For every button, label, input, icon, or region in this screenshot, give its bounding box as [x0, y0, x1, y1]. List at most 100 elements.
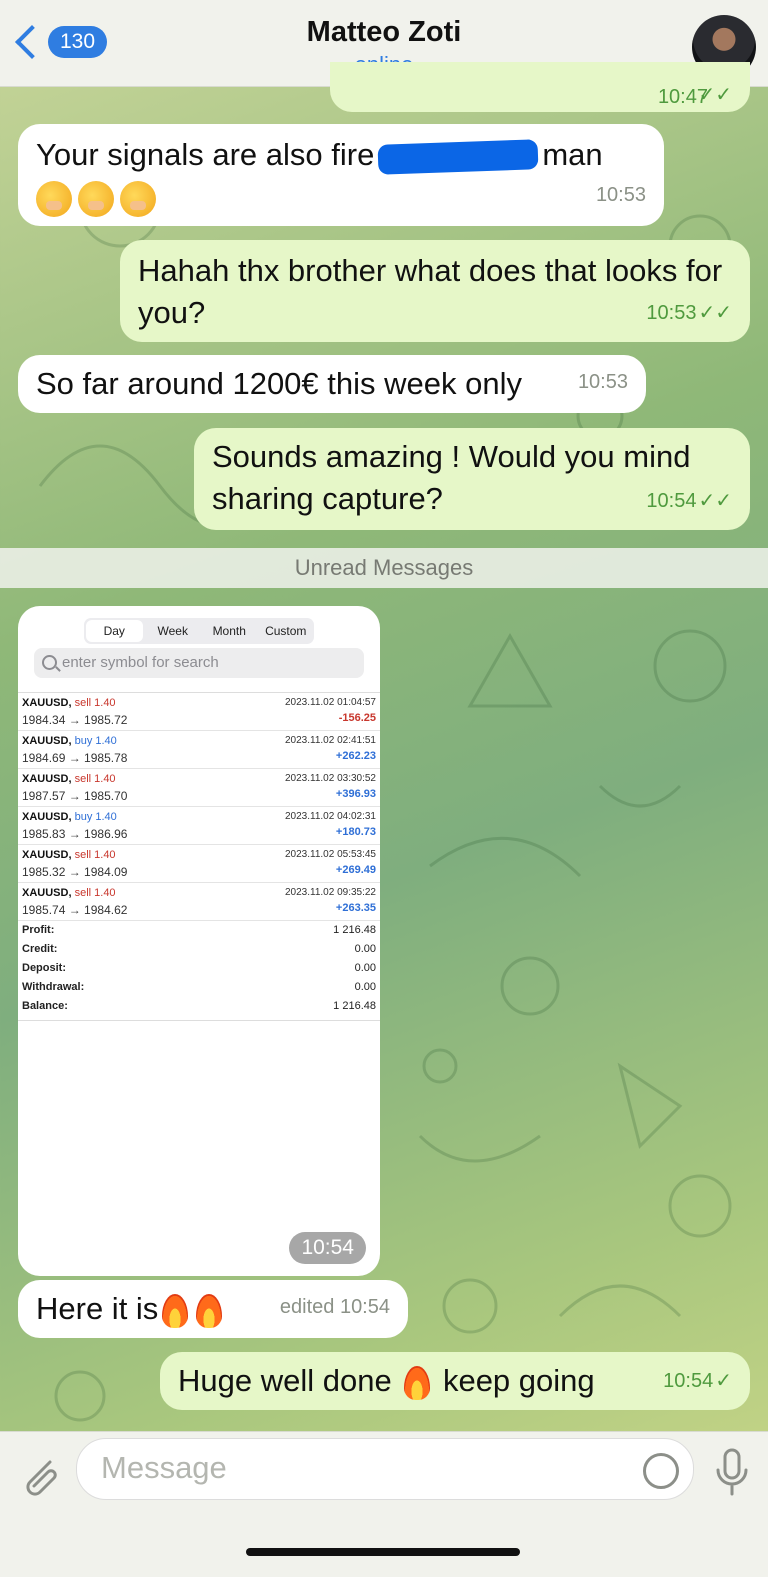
trade-side: sell 1.40: [74, 849, 116, 861]
redaction-mark: [377, 139, 539, 175]
summary-row-deposit: Deposit: 0.00: [18, 962, 380, 981]
read-check-icon: ✓✓: [698, 302, 732, 324]
summary-row-profit: Profit: 1 216.48: [18, 924, 380, 943]
message-text: Huge well done: [178, 1363, 392, 1398]
trade-symbol-name: XAUUSD,: [22, 697, 72, 709]
trade-row: XAUUSD, sell 1.40 1984.34 → 1985.72 2023…: [18, 693, 380, 731]
summary-label: Withdrawal:: [22, 981, 85, 993]
message-time-value: 10:53: [646, 302, 697, 324]
trade-side: sell 1.40: [74, 773, 116, 785]
fire-emoji: [162, 1293, 189, 1328]
trade-prices: 1984.34 → 1985.72: [22, 713, 128, 727]
trade-symbol-name: XAUUSD,: [22, 811, 72, 823]
summary-row-withdrawal: Withdrawal: 0.00: [18, 981, 380, 1000]
sent-check-icon: ✓: [715, 1370, 732, 1392]
trade-prices: 1985.32 → 1984.09: [22, 865, 128, 879]
search-placeholder: enter symbol for search: [62, 654, 219, 671]
tab-custom: Custom: [265, 624, 307, 638]
trade-side: buy 1.40: [74, 735, 117, 747]
summary-label: Profit:: [22, 924, 55, 936]
period-segmented-control: Day Week Month Custom: [84, 618, 314, 644]
incoming-message[interactable]: So far around 1200€ this week only 10:53: [18, 355, 646, 413]
message-time: edited 10:54: [279, 1296, 390, 1318]
trade-symbol-name: XAUUSD,: [22, 773, 72, 785]
message-text: Your signals are also fire: [36, 137, 375, 172]
home-indicator: [246, 1548, 520, 1556]
face-with-hand-over-mouth-emoji: [36, 180, 72, 217]
message-time: 10:54 ✓: [663, 1360, 732, 1402]
paperclip-icon[interactable]: [20, 1454, 60, 1498]
message-text: Hahah thx brother what does that looks f…: [138, 253, 723, 330]
trade-row: XAUUSD, sell 1.40 1985.74 → 1984.62 2023…: [18, 883, 380, 921]
sticker-icon[interactable]: [643, 1453, 679, 1489]
outgoing-message[interactable]: Hahah thx brother what does that looks f…: [120, 240, 750, 342]
message-input-bar: [0, 1431, 768, 1577]
tab-week: Week: [157, 624, 188, 638]
summary-value: 1 216.48: [333, 1000, 376, 1012]
fire-emoji: [196, 1293, 223, 1328]
trade-datetime: 2023.11.02 04:02:31: [284, 811, 376, 822]
summary-row-balance: Balance: 1 216.48: [18, 1000, 380, 1019]
trade-history-list: XAUUSD, sell 1.40 1984.34 → 1985.72 2023…: [18, 692, 380, 921]
message-input[interactable]: [99, 1449, 603, 1487]
trade-datetime: 2023.11.02 09:35:22: [284, 887, 376, 898]
trade-symbol: XAUUSD, buy 1.40: [22, 735, 117, 747]
summary-divider: [18, 1020, 380, 1021]
trade-profit: +180.73: [335, 826, 376, 838]
trade-row: XAUUSD, sell 1.40 1985.32 → 1984.09 2023…: [18, 845, 380, 883]
summary-label: Credit:: [22, 943, 58, 955]
contact-name[interactable]: Matteo Zoti: [0, 16, 768, 49]
microphone-icon[interactable]: [714, 1448, 750, 1498]
fire-emoji: [404, 1365, 431, 1400]
summary-value: 0.00: [354, 943, 376, 955]
incoming-message[interactable]: Your signals are also fire man 10:53: [18, 124, 664, 226]
incoming-message[interactable]: Here it is edited 10:54: [18, 1280, 408, 1338]
trade-side: buy 1.40: [74, 811, 117, 823]
trade-datetime: 2023.11.02 03:30:52: [284, 773, 376, 784]
trade-symbol: XAUUSD, sell 1.40: [22, 697, 116, 709]
message-time: 10:54 ✓✓: [646, 480, 732, 522]
trade-prices: 1987.57 → 1985.70: [22, 789, 128, 803]
image-time: 10:54: [289, 1232, 366, 1264]
trade-symbol: XAUUSD, sell 1.40: [22, 887, 116, 899]
trade-symbol-name: XAUUSD,: [22, 735, 72, 747]
message-time: 10:53: [577, 371, 628, 393]
trade-symbol: XAUUSD, sell 1.40: [22, 849, 116, 861]
search-icon: [42, 655, 57, 670]
summary-value: 1 216.48: [333, 924, 376, 936]
trade-profit: +396.93: [335, 788, 376, 800]
summary-value: 0.00: [354, 981, 376, 993]
trade-side: sell 1.40: [74, 887, 116, 899]
face-with-hand-over-mouth-emoji: [120, 180, 156, 217]
message-field-container: [76, 1438, 694, 1500]
read-check-icon: ✓✓: [698, 84, 732, 106]
message-time-value: 10:54: [646, 490, 697, 512]
trade-side: sell 1.40: [74, 697, 116, 709]
message-time: 10:53 ✓✓: [646, 292, 732, 334]
trade-prices: 1985.83 → 1986.96: [22, 827, 128, 841]
trade-profit: +269.49: [335, 864, 376, 876]
message-text: Here it is: [36, 1291, 159, 1326]
trade-row: XAUUSD, buy 1.40 1985.83 → 1986.96 2023.…: [18, 807, 380, 845]
trade-symbol: XAUUSD, sell 1.40: [22, 773, 116, 785]
trade-profit: +263.35: [335, 902, 376, 914]
symbol-search-field: enter symbol for search: [34, 648, 364, 678]
trade-profit: +262.23: [335, 750, 376, 762]
trade-symbol: XAUUSD, buy 1.40: [22, 811, 117, 823]
trade-symbol-name: XAUUSD,: [22, 887, 72, 899]
trade-symbol-name: XAUUSD,: [22, 849, 72, 861]
trade-prices: 1985.74 → 1984.62: [22, 903, 128, 917]
image-message[interactable]: Day Week Month Custom enter symbol for s…: [18, 606, 380, 1276]
trade-profit: -156.25: [338, 712, 376, 724]
outgoing-message[interactable]: Huge well done keep going 10:54 ✓: [160, 1352, 750, 1410]
tab-month: Month: [212, 624, 246, 638]
trade-datetime: 2023.11.02 01:04:57: [284, 697, 376, 708]
summary-label: Balance:: [22, 1000, 68, 1012]
trade-datetime: 2023.11.02 02:41:51: [284, 735, 376, 746]
outgoing-message[interactable]: Sounds amazing ! Would you mind sharing …: [194, 428, 750, 530]
face-with-hand-over-mouth-emoji: [78, 180, 114, 217]
partial-outgoing-bubble[interactable]: 10:47 ✓✓: [330, 62, 750, 112]
message-time: 10:53: [595, 184, 646, 206]
summary-value: 0.00: [354, 962, 376, 974]
trade-row: XAUUSD, sell 1.40 1987.57 → 1985.70 2023…: [18, 769, 380, 807]
